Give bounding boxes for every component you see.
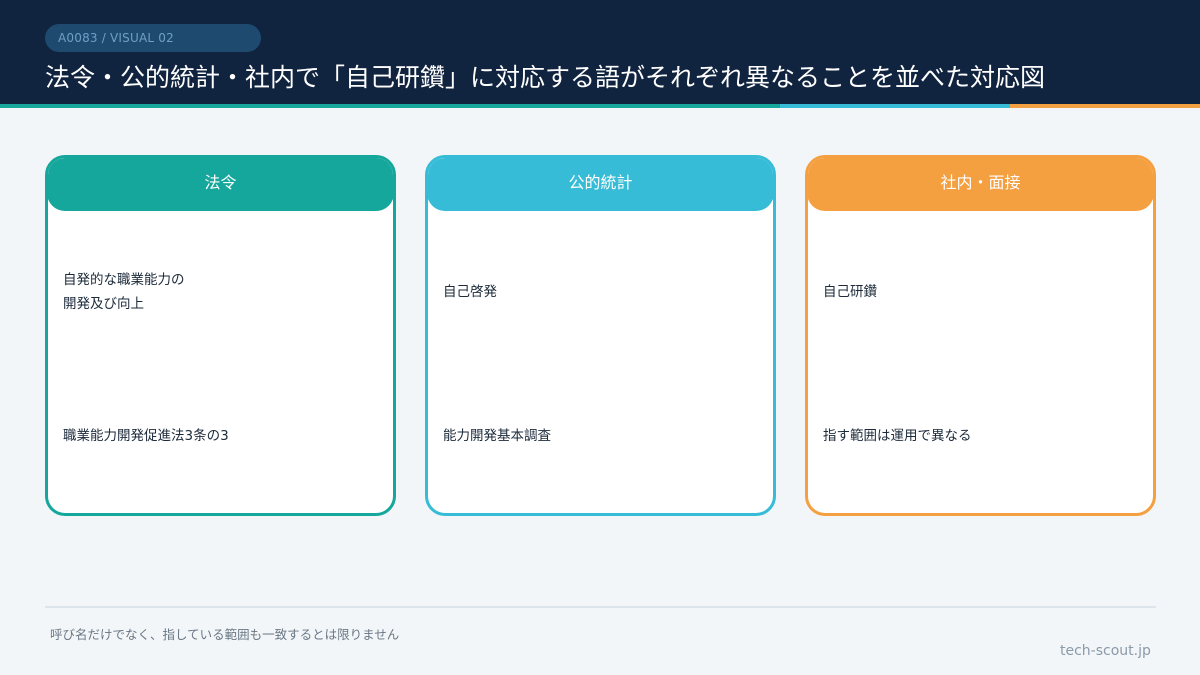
- column-source-statistics: 能力開発基本調査: [443, 428, 551, 444]
- column-term-law-line2: 開発及び向上: [63, 296, 144, 312]
- accent-bar-cyan: [780, 104, 1010, 108]
- page-title: 法令・公的統計・社内で「自己研鑽」に対応する語がそれぞれ異なることを並べた対応図: [45, 63, 1046, 92]
- accent-bar-teal: [0, 104, 780, 108]
- header-bar: A0083 / VISUAL 02 法令・公的統計・社内で「自己研鑽」に対応する…: [0, 0, 1200, 104]
- column-card-company: 社内・面接 自己研鑽 指す範囲は運用で異なる: [805, 155, 1156, 516]
- site-brand[interactable]: tech-scout.jp: [1060, 642, 1151, 660]
- column-term-law-line1: 自発的な職業能力の: [63, 272, 185, 288]
- column-source-company: 指す範囲は運用で異なる: [823, 428, 972, 444]
- column-header-statistics: 公的統計: [428, 158, 773, 211]
- column-card-statistics: 公的統計 自己啓発 能力開発基本調査: [425, 155, 776, 516]
- column-term-statistics: 自己啓発: [443, 284, 497, 300]
- column-term-company: 自己研鑽: [823, 284, 877, 300]
- column-term-law: 自発的な職業能力の 開発及び向上: [63, 268, 363, 316]
- visual-tag: A0083 / VISUAL 02: [45, 24, 261, 52]
- accent-bar-orange: [1010, 104, 1200, 108]
- column-header-law: 法令: [48, 158, 393, 211]
- footer-divider: [45, 606, 1156, 608]
- column-header-company: 社内・面接: [808, 158, 1153, 211]
- column-card-law: 法令 自発的な職業能力の 開発及び向上 職業能力開発促進法3条の3: [45, 155, 396, 516]
- column-source-law: 職業能力開発促進法3条の3: [63, 428, 229, 444]
- footer-note: 呼び名だけでなく、指している範囲も一致するとは限りません: [50, 627, 400, 642]
